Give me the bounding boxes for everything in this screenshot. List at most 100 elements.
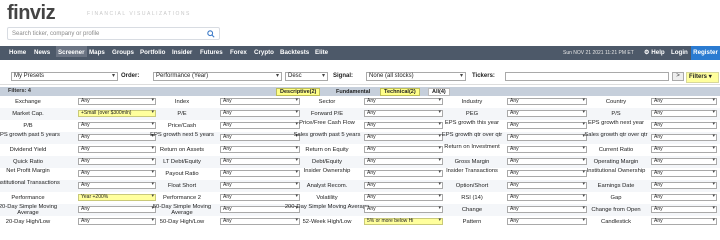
filter-select[interactable]: Any	[651, 122, 717, 129]
tab-all[interactable]: All(4)	[428, 88, 450, 96]
filter-select[interactable]: Any	[78, 98, 156, 105]
filter-select[interactable]: Any	[651, 218, 717, 225]
filter-select[interactable]: Any	[507, 146, 587, 153]
nav-insider[interactable]: Insider	[172, 49, 192, 56]
nav-news[interactable]: News	[34, 49, 50, 56]
nav-maps[interactable]: Maps	[89, 49, 105, 56]
filter-select[interactable]: Any	[364, 194, 443, 201]
filter-select[interactable]: Any	[364, 146, 443, 153]
nav-login[interactable]: Login	[671, 49, 688, 56]
filter-select[interactable]: Any	[651, 206, 717, 213]
filter-select[interactable]: Any	[78, 122, 156, 129]
filter-label: Market Cap.	[12, 111, 44, 117]
filter-select[interactable]: Any	[507, 158, 587, 165]
filter-row: Market Cap. +Small (over $300mln) P/E Any Fo…	[0, 108, 720, 120]
filter-select[interactable]: 5% or more below Hi	[364, 218, 443, 225]
nav-portfolio[interactable]: Portfolio	[140, 49, 165, 56]
order-label: Order:	[121, 73, 140, 79]
filter-label: Candlestick	[601, 219, 631, 225]
filter-select[interactable]: Any	[507, 110, 587, 117]
filters-button-label: Filters	[689, 74, 708, 80]
filter-row: 20-Day Simple Moving AverageAny50-Day Si…	[0, 204, 720, 216]
finviz-logo[interactable]: finviz	[7, 2, 56, 25]
filter-select[interactable]: Any	[364, 134, 443, 141]
filter-select[interactable]: Any	[364, 110, 443, 117]
filter-label: Institutional Transactions	[0, 180, 60, 186]
nav-crypto[interactable]: Crypto	[254, 49, 274, 56]
filter-select[interactable]: Any	[78, 182, 156, 189]
main-nav: Home News Screener Maps Groups Portfolio Insid…	[0, 46, 720, 60]
filter-select[interactable]: Any	[364, 170, 443, 177]
signal-select[interactable]: None (all stocks)	[366, 72, 466, 81]
filter-row: Exchange Any Index Any Sector Any Industry Any C…	[0, 96, 720, 108]
filter-select[interactable]: Any	[507, 98, 587, 105]
filter-label: Gap	[610, 195, 622, 201]
filter-label: Option/Short	[455, 183, 489, 189]
filter-select[interactable]: Any	[78, 170, 156, 177]
nav-register[interactable]: Register	[691, 46, 720, 60]
filter-select[interactable]: Any	[78, 134, 156, 141]
order-direction-select[interactable]: Desc	[285, 72, 328, 81]
filter-select[interactable]: Year +200%	[78, 194, 156, 201]
filter-select[interactable]: Any	[651, 146, 717, 153]
filter-select[interactable]: Any	[507, 134, 587, 141]
filter-select[interactable]: Any	[507, 182, 587, 189]
nav-elite[interactable]: Elite	[315, 49, 328, 56]
filter-select[interactable]: Any	[507, 170, 587, 177]
filter-label: Gross Margin	[454, 159, 490, 165]
nav-screener[interactable]: Screener	[56, 46, 87, 57]
filter-select[interactable]: +Small (over $300mln)	[78, 110, 156, 117]
filter-label: Exchange	[15, 99, 41, 105]
filter-select[interactable]: Any	[507, 218, 587, 225]
filter-select[interactable]: Any	[78, 158, 156, 165]
filter-select[interactable]: Any	[78, 218, 156, 225]
filter-label: Debt/Equity	[312, 159, 342, 165]
filter-select[interactable]: Any	[364, 206, 443, 213]
filter-tabs-bar: Filters: 4 Descriptive(2) Fundamental Te…	[0, 87, 720, 96]
nav-groups[interactable]: Groups	[112, 49, 134, 56]
filter-select[interactable]: Any	[507, 206, 587, 213]
signal-label: Signal:	[333, 73, 354, 79]
filter-select[interactable]: Any	[364, 182, 443, 189]
filter-label: 20-Day High/Low	[5, 219, 51, 225]
filter-select[interactable]: Any	[507, 122, 587, 129]
nav-backtests[interactable]: Backtests	[280, 49, 309, 56]
filter-select[interactable]: Any	[651, 98, 717, 105]
filter-select[interactable]: Any	[364, 98, 443, 105]
filter-label: Index	[174, 99, 190, 105]
tickers-input[interactable]	[505, 72, 669, 81]
filter-row: Net Profit MarginAnyPayout RatioAnyInsid…	[0, 168, 720, 180]
filter-select[interactable]: Any	[651, 182, 717, 189]
filters-button[interactable]: Filters ▾	[686, 72, 719, 83]
filter-select[interactable]: Any	[78, 146, 156, 153]
filter-select[interactable]: Any	[651, 170, 717, 177]
go-button[interactable]: >	[672, 72, 684, 81]
filter-select[interactable]: Any	[651, 194, 717, 201]
filter-select[interactable]: Any	[651, 158, 717, 165]
filter-label: Current Ratio	[598, 147, 634, 153]
filter-select[interactable]: Any	[364, 158, 443, 165]
filter-label: Payout Ratio	[165, 171, 199, 177]
nav-home[interactable]: Home	[9, 49, 26, 56]
tab-fundamental[interactable]: Fundamental	[333, 88, 373, 96]
order-select[interactable]: Performance (Year)	[153, 72, 282, 81]
filter-label: Quick Ratio	[13, 159, 43, 165]
filter-select[interactable]: Any	[507, 194, 587, 201]
filter-label: Sector	[318, 99, 336, 105]
search-icon[interactable]	[207, 30, 215, 38]
tab-descriptive[interactable]: Descriptive(2)	[276, 88, 321, 96]
presets-select[interactable]: My Presets	[11, 72, 118, 81]
nav-futures[interactable]: Futures	[200, 49, 223, 56]
filter-select[interactable]: Any	[651, 134, 717, 141]
filter-select[interactable]: Any	[364, 122, 443, 129]
nav-forex[interactable]: Forex	[230, 49, 247, 56]
filter-row: Institutional Transactions Any Float Short…	[0, 180, 720, 192]
tab-technical[interactable]: Technical(2)	[380, 88, 420, 96]
filter-select[interactable]: Any	[78, 206, 156, 213]
search-input[interactable]: Search ticker, company or profile	[7, 27, 220, 40]
filter-label: P/B	[23, 123, 33, 129]
nav-help[interactable]: ⚙ Help	[644, 49, 665, 56]
filter-label: Sales growth qtr over qtr	[584, 132, 648, 138]
filter-label: Price/Cash	[167, 123, 197, 129]
filter-select[interactable]: Any	[651, 110, 717, 117]
